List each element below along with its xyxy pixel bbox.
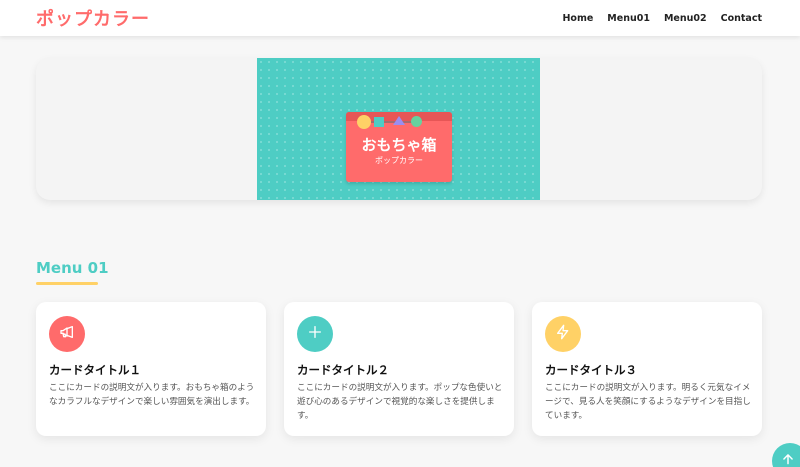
toy-circle [411, 116, 422, 127]
card-3[interactable]: カードタイトル３ ここにカードの説明文が入ります。明るく元気なイメージで、見る人… [532, 302, 762, 436]
card-title: カードタイトル１ [49, 363, 141, 377]
card-text: ここにカードの説明文が入ります。明るく元気なイメージで、見る人を笑顔にするような… [545, 383, 751, 421]
hero-banner: おもちゃ箱 ポップカラー [36, 58, 762, 200]
card-title: カードタイトル２ [297, 363, 389, 377]
bolt-icon [555, 324, 571, 344]
toy-ball [357, 115, 371, 129]
hero-image: おもちゃ箱 ポップカラー [257, 58, 540, 200]
toy-triangle [393, 116, 405, 125]
toy-box-subtitle: ポップカラー [375, 156, 423, 165]
back-to-top-button[interactable] [772, 443, 800, 467]
section-underline [36, 282, 98, 285]
section-title: Menu 01 [36, 259, 109, 277]
nav-contact[interactable]: Contact [721, 13, 762, 24]
card-2[interactable]: カードタイトル２ ここにカードの説明文が入ります。ポップな色使いと遊び心のあるデ… [284, 302, 514, 436]
card-text: ここにカードの説明文が入ります。ポップな色使いと遊び心のあるデザインで視覚的な楽… [297, 383, 503, 421]
main-nav: Home Menu01 Menu02 Contact [562, 13, 762, 24]
card-title: カードタイトル３ [545, 363, 637, 377]
card-1[interactable]: カードタイトル１ ここにカードの説明文が入ります。おもちゃ箱のようなカラフルなデ… [36, 302, 266, 436]
card-icon-circle [49, 316, 85, 352]
card-icon-circle [545, 316, 581, 352]
arrow-up-icon [781, 451, 795, 467]
site-header: ポップカラー Home Menu01 Menu02 Contact [0, 0, 800, 36]
toy-box-title: おもちゃ箱 [361, 136, 437, 154]
card-text: ここにカードの説明文が入ります。おもちゃ箱のようなカラフルなデザインで楽しい雰囲… [49, 383, 255, 407]
toy-box-illustration: おもちゃ箱 ポップカラー [346, 112, 452, 182]
nav-menu02[interactable]: Menu02 [664, 13, 707, 24]
card-icon-circle [297, 316, 333, 352]
site-logo[interactable]: ポップカラー [36, 5, 150, 31]
megaphone-icon [59, 324, 75, 344]
nav-menu01[interactable]: Menu01 [607, 13, 650, 24]
toy-block [374, 117, 384, 127]
plus-icon [307, 324, 323, 344]
nav-home[interactable]: Home [562, 13, 593, 24]
